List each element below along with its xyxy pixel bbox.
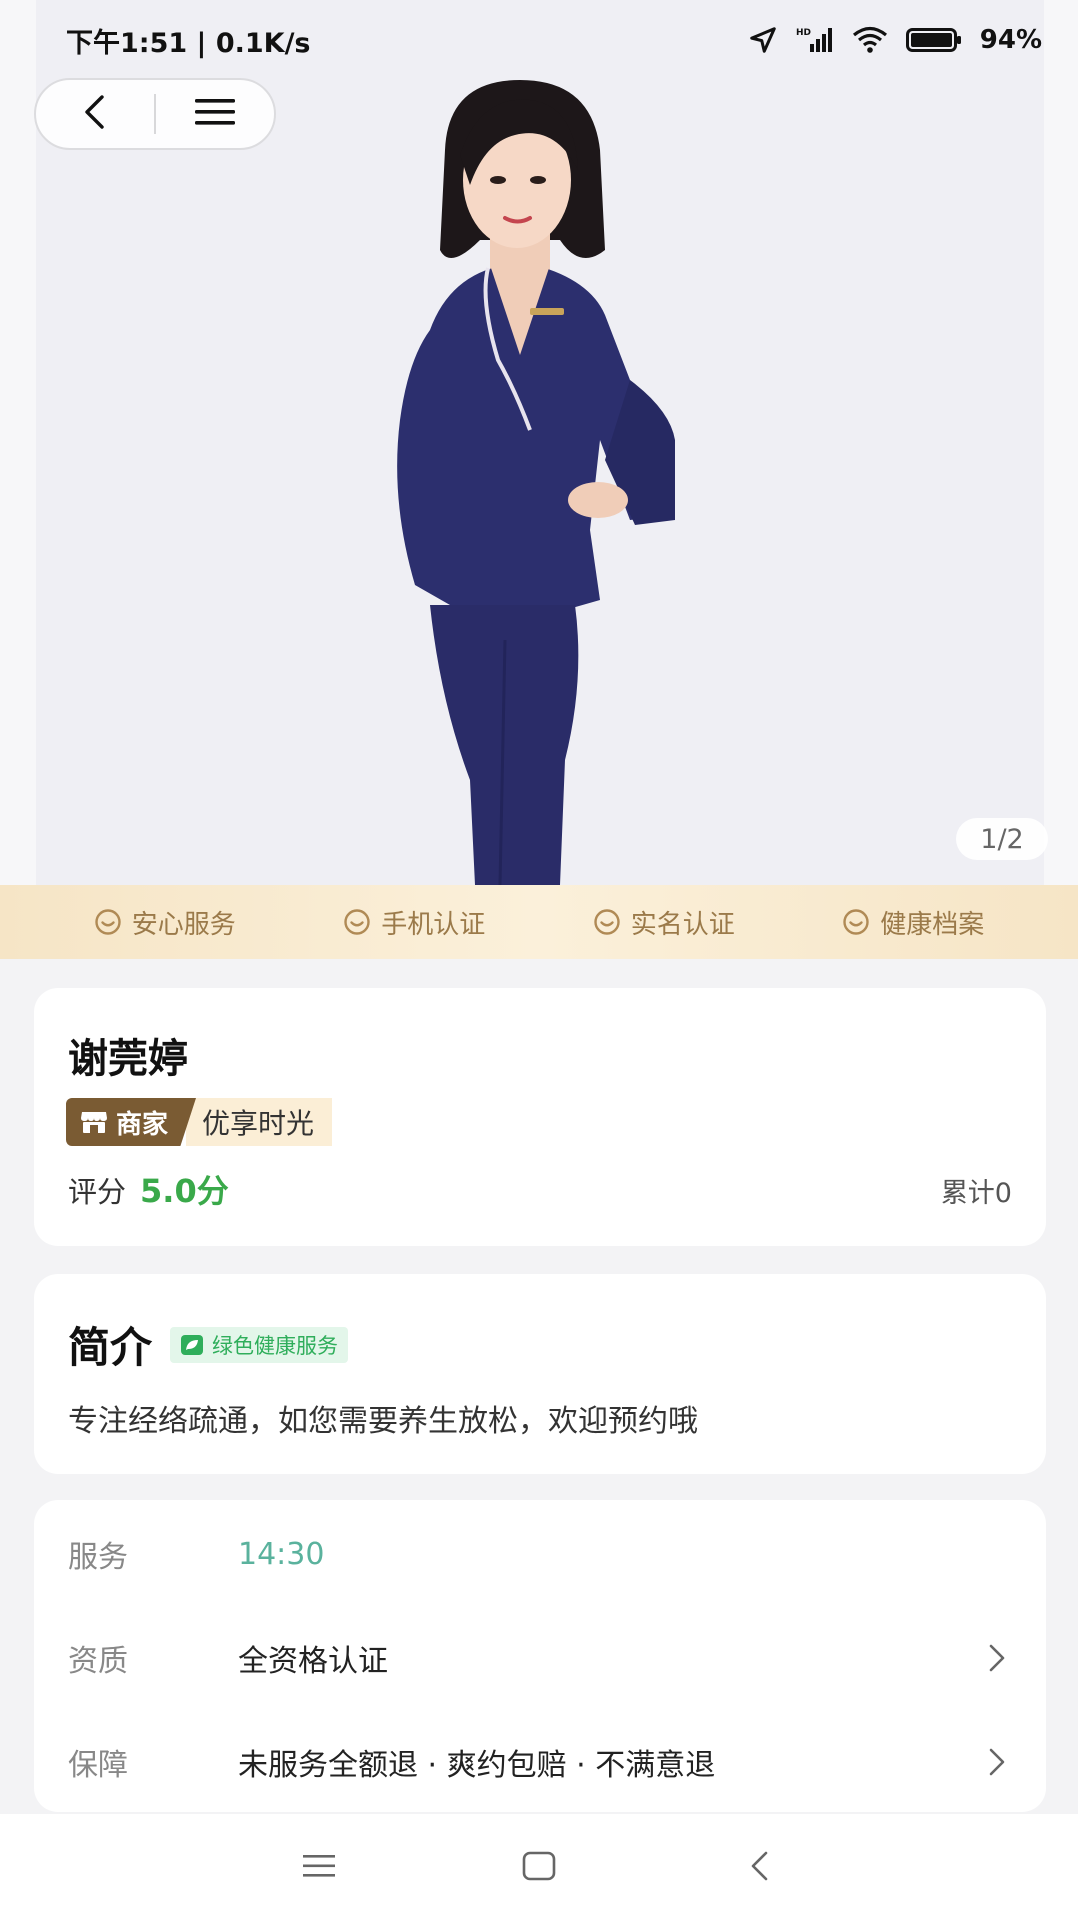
guarantee-value: 未服务全额退 · 爽约包赔 · 不满意退	[238, 1748, 716, 1783]
profile-card: 谢莞婷 商家 优享时光 评分 5.0分 累计0	[34, 988, 1046, 1246]
intro-text: 专注经络疏通，如您需要养生放松，欢迎预约哦	[68, 1404, 698, 1439]
signal-icon: HD	[796, 26, 834, 54]
detail-label: 服务	[68, 1540, 128, 1575]
guarantee-label: 安心服务	[131, 909, 236, 940]
rating-label: 评分	[68, 1175, 127, 1209]
rating-row: 评分 5.0分 累计0	[68, 1166, 1012, 1212]
chevron-right-icon	[989, 1748, 1005, 1776]
back-arrow-icon	[751, 1851, 768, 1881]
menu-button[interactable]	[156, 80, 274, 148]
recents-icon	[303, 1855, 335, 1877]
merchant-tag-group[interactable]: 商家 优享时光	[66, 1098, 333, 1146]
back-button[interactable]	[36, 80, 154, 148]
shop-name: 优享时光	[186, 1098, 333, 1146]
smile-icon	[95, 909, 121, 935]
guarantee-item: 健康档案	[842, 904, 984, 941]
home-icon	[522, 1851, 556, 1881]
guarantee-label: 健康档案	[880, 909, 985, 940]
guarantee-strip: 安心服务 手机认证 实名认证 健康档案	[0, 885, 1078, 959]
guarantee-label: 实名认证	[630, 909, 735, 940]
wifi-icon	[852, 26, 888, 54]
smile-icon	[843, 909, 869, 935]
location-icon	[748, 25, 778, 55]
details-card: 服务 14:30 资质 全资格认证 保障 未服务全额退 · 爽约包赔 · 不满意…	[34, 1500, 1046, 1812]
qualification-value: 全资格认证	[238, 1644, 388, 1679]
service-time: 14:30	[238, 1536, 325, 1572]
green-badge-label: 绿色健康服务	[212, 1333, 339, 1358]
guarantee-item: 实名认证	[593, 904, 735, 941]
status-time: 下午1:51 | 0.1K/s	[66, 27, 311, 59]
order-total: 累计0	[940, 1178, 1012, 1209]
green-health-badge: 绿色健康服务	[170, 1326, 349, 1363]
guarantee-item: 安心服务	[94, 904, 236, 941]
system-nav-bar	[0, 1814, 1078, 1918]
detail-row-guarantee[interactable]: 保障 未服务全额退 · 爽约包赔 · 不满意退	[68, 1732, 1012, 1792]
detail-label: 资质	[68, 1644, 128, 1679]
svg-text:HD: HD	[796, 28, 811, 38]
chevron-right-icon	[989, 1644, 1005, 1672]
guarantee-item: 手机认证	[343, 904, 485, 941]
smile-icon	[344, 909, 370, 935]
merchant-tag-label: 商家	[116, 1109, 169, 1140]
therapist-photo	[397, 80, 675, 885]
guarantee-label: 手机认证	[381, 909, 486, 940]
intro-title: 简介	[68, 1323, 153, 1372]
battery-icon	[905, 27, 962, 53]
system-back-button[interactable]	[734, 1841, 784, 1891]
intro-card: 简介 绿色健康服务 专注经络疏通，如您需要养生放松，欢迎预约哦	[34, 1274, 1046, 1474]
photo-gallery[interactable]: 下午1:51 | 0.1K/s HD 94% 1/2	[0, 0, 1078, 885]
therapist-name: 谢莞婷	[68, 1036, 188, 1082]
nav-capsule	[34, 78, 276, 150]
detail-row-service: 服务 14:30	[68, 1524, 1012, 1584]
detail-label: 保障	[68, 1748, 128, 1783]
smile-icon	[594, 909, 620, 935]
battery-percent: 94%	[979, 25, 1042, 55]
status-bar: 下午1:51 | 0.1K/s HD 94%	[0, 0, 1078, 80]
detail-row-qualification[interactable]: 资质 全资格认证	[68, 1628, 1012, 1688]
home-button[interactable]	[514, 1841, 564, 1891]
gallery-pager: 1/2	[956, 818, 1048, 860]
leaf-icon	[181, 1334, 204, 1355]
menu-icon	[193, 96, 237, 132]
recent-apps-button[interactable]	[294, 1841, 344, 1891]
rating-value: 5.0分	[140, 1172, 229, 1210]
merchant-tag: 商家	[66, 1098, 197, 1146]
back-icon	[80, 94, 110, 134]
store-icon	[81, 1112, 107, 1133]
